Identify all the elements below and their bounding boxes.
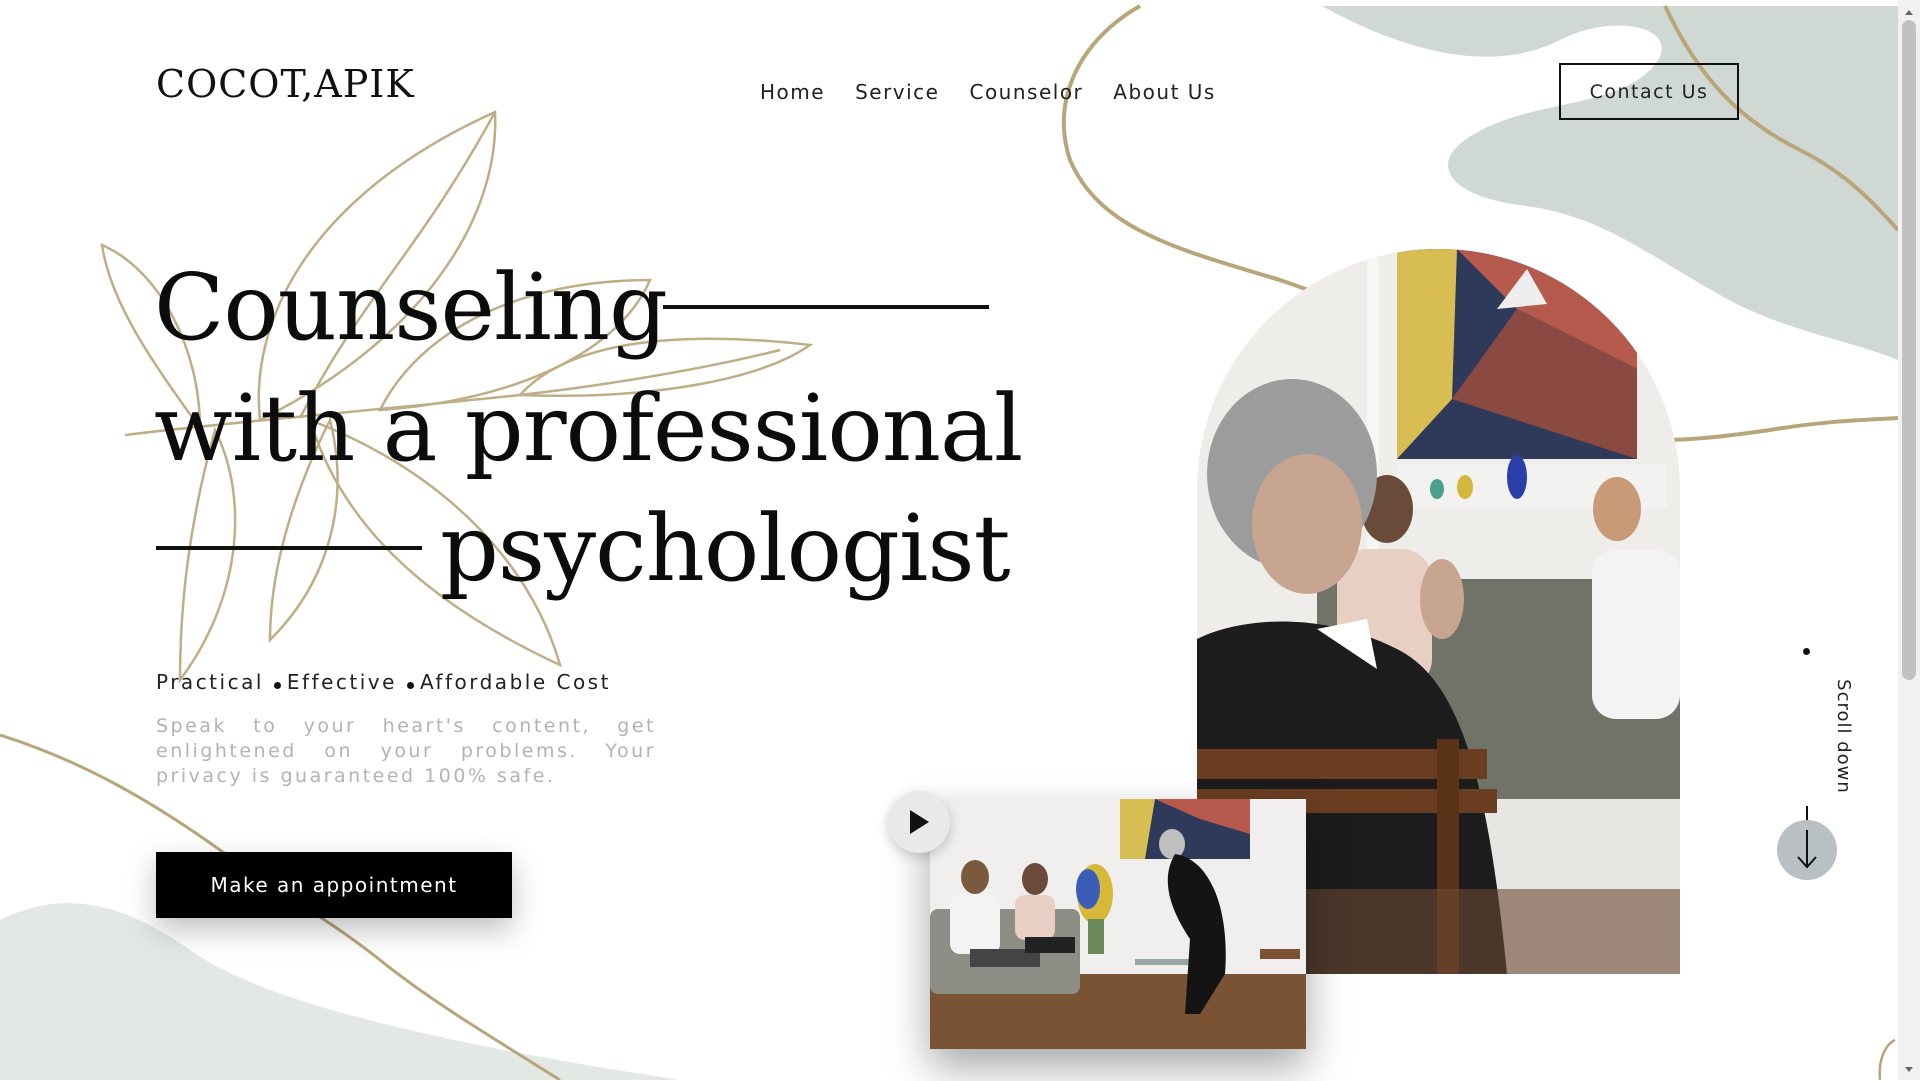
brand-logo[interactable]: COCOT,APIK xyxy=(156,62,415,106)
hero-heading-line-1: Counseling xyxy=(154,254,668,361)
make-appointment-button[interactable]: Make an appointment xyxy=(156,852,512,918)
scroll-down-button[interactable] xyxy=(1777,820,1837,880)
chevron-down-icon xyxy=(1905,1067,1913,1072)
scroll-indicator-dot xyxy=(1803,648,1810,655)
video-thumbnail[interactable] xyxy=(930,799,1306,1049)
main-nav: Home Service Counselor About Us xyxy=(760,80,1216,104)
hero-tagline: Practical Effective Affordable Cost xyxy=(156,670,611,694)
scrollbar-thumb[interactable] xyxy=(1902,20,1916,680)
hero-heading-line-2: with a professional xyxy=(154,375,1023,482)
play-video-button[interactable] xyxy=(888,791,950,853)
nav-about-us[interactable]: About Us xyxy=(1113,80,1216,104)
tagline-effective: Effective xyxy=(286,670,397,694)
play-icon xyxy=(910,810,929,834)
heading-rule-1 xyxy=(663,305,989,309)
scroll-down-label: Scroll down xyxy=(1832,679,1854,794)
scrollbar-down-arrow[interactable] xyxy=(1902,1062,1916,1076)
bullet-dot xyxy=(273,681,281,689)
tagline-practical: Practical xyxy=(156,670,264,694)
arrow-down-icon xyxy=(1797,830,1817,869)
hero-heading-line-3: psychologist xyxy=(440,495,1011,602)
contact-us-button[interactable]: Contact Us xyxy=(1559,63,1739,120)
session-video-preview xyxy=(930,799,1306,1049)
scrollbar-up-arrow[interactable] xyxy=(1902,4,1916,18)
nav-service[interactable]: Service xyxy=(855,80,939,104)
chevron-up-icon xyxy=(1905,10,1913,15)
heading-rule-2 xyxy=(156,546,422,550)
tagline-affordable: Affordable Cost xyxy=(419,670,611,694)
leaf-corner-bottom-right xyxy=(1878,1038,1896,1080)
nav-home[interactable]: Home xyxy=(760,80,825,104)
hero-description: Speak to your heart's content, get enlig… xyxy=(156,715,656,787)
bullet-dot xyxy=(406,681,414,689)
nav-counselor[interactable]: Counselor xyxy=(969,80,1083,104)
